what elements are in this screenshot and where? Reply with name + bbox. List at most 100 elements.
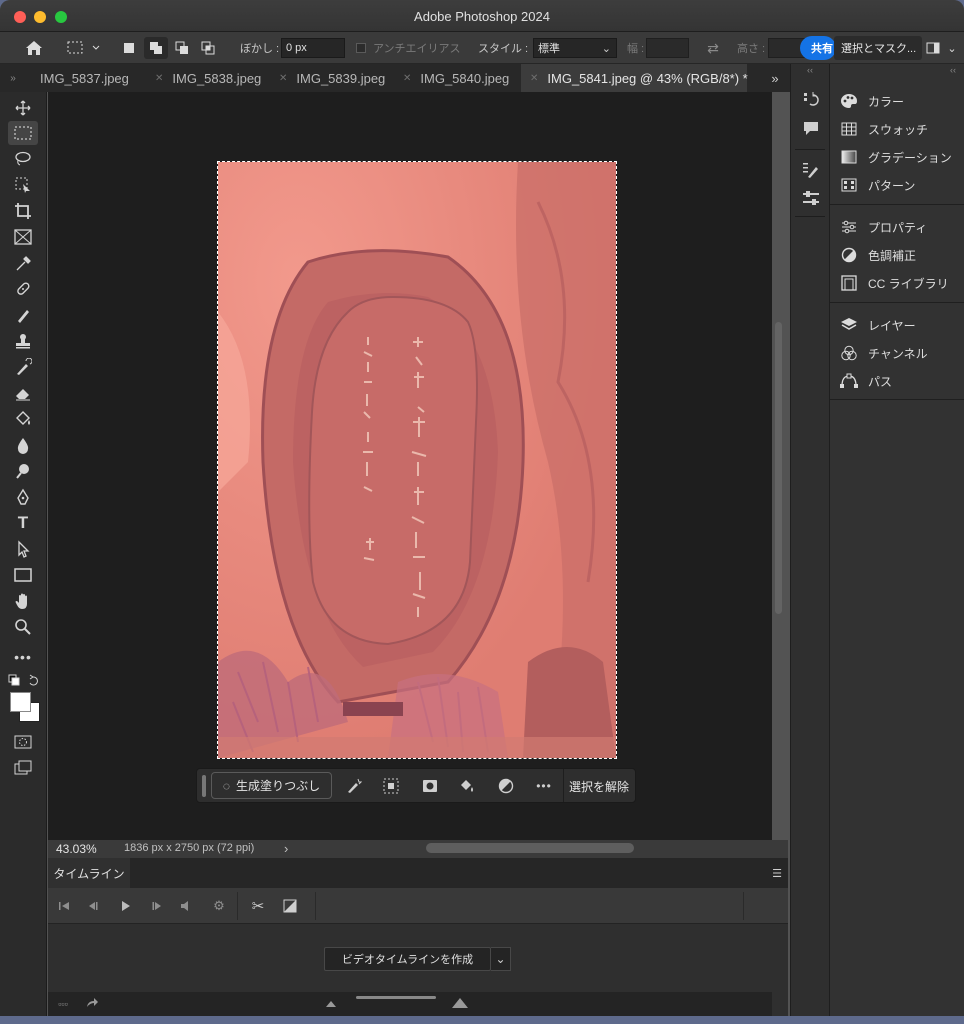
clone-stamp-tool-icon[interactable] xyxy=(8,329,38,353)
deselect-button[interactable]: 選択を解除 xyxy=(565,774,633,798)
eraser-tool-icon[interactable] xyxy=(8,381,38,405)
mask-icon[interactable] xyxy=(418,774,442,798)
marquee-preset-picker[interactable] xyxy=(62,38,104,58)
width-input[interactable] xyxy=(646,38,689,58)
first-frame-icon[interactable] xyxy=(56,898,72,914)
zoom-tool-icon[interactable] xyxy=(8,615,38,639)
vertical-scrollbar[interactable] xyxy=(775,322,782,614)
tab-timeline[interactable]: タイムライン xyxy=(48,858,130,888)
panel-properties[interactable]: プロパティ xyxy=(830,213,964,241)
tab-img-5837[interactable]: IMG_5837.jpeg xyxy=(40,64,155,92)
feather-input[interactable]: 0 px xyxy=(281,38,345,58)
crop-tool-icon[interactable] xyxy=(8,199,38,223)
create-video-timeline-button[interactable]: ビデオタイムラインを作成 xyxy=(324,947,491,971)
lasso-tool-icon[interactable] xyxy=(8,147,38,171)
chevron-down-icon[interactable]: ⌄ xyxy=(491,947,511,971)
drag-handle[interactable] xyxy=(202,775,206,797)
workspace-icon[interactable] xyxy=(925,40,941,56)
settings-gear-icon[interactable]: ⚙ xyxy=(211,898,227,914)
add-to-selection-icon[interactable] xyxy=(144,37,168,59)
path-selection-tool-icon[interactable] xyxy=(8,537,38,561)
default-colors-icon[interactable] xyxy=(6,672,42,688)
next-frame-icon[interactable] xyxy=(148,898,164,914)
rectangle-tool-icon[interactable] xyxy=(8,563,38,587)
swap-arrows-icon[interactable]: ⇄ xyxy=(704,38,722,58)
eyedropper-tool-icon[interactable] xyxy=(8,251,38,275)
brush-settings-icon[interactable] xyxy=(800,159,822,181)
panel-menu-icon[interactable]: ☰ xyxy=(770,866,784,880)
dodge-tool-icon[interactable] xyxy=(8,459,38,483)
more-tabs-icon[interactable]: » xyxy=(762,64,788,92)
panel-color[interactable]: カラー xyxy=(830,87,964,115)
collapse-toolbar-icon[interactable]: » xyxy=(0,64,26,92)
object-selection-tool-icon[interactable] xyxy=(8,173,38,197)
move-tool-icon[interactable] xyxy=(8,96,38,120)
new-selection-icon[interactable] xyxy=(120,40,138,56)
close-tab-icon[interactable]: ✕ xyxy=(155,73,163,84)
history-icon[interactable] xyxy=(800,89,822,111)
panel-patterns[interactable]: パターン xyxy=(830,171,964,199)
play-icon[interactable] xyxy=(118,898,134,914)
close-tab-icon[interactable]: ✕ xyxy=(279,73,287,84)
zoom-level[interactable]: 43.03% xyxy=(56,842,97,856)
adjustment-layer-icon[interactable] xyxy=(494,774,518,798)
tab-img-5840[interactable]: ✕ IMG_5840.jpeg xyxy=(403,64,521,92)
previous-frame-icon[interactable] xyxy=(86,898,102,914)
horizontal-scrollbar[interactable] xyxy=(426,843,634,853)
modify-selection-icon[interactable] xyxy=(342,774,366,798)
foreground-color-swatch[interactable] xyxy=(10,692,31,712)
panel-channels[interactable]: チャンネル xyxy=(830,339,964,367)
share-button[interactable]: 共有 xyxy=(800,36,836,60)
paint-bucket-tool-icon[interactable] xyxy=(8,407,38,431)
audio-icon[interactable] xyxy=(178,898,194,914)
more-options-icon[interactable]: ••• xyxy=(532,774,556,798)
tab-img-5839[interactable]: ✕ IMG_5839.jpeg xyxy=(279,64,403,92)
pen-tool-icon[interactable] xyxy=(8,485,38,509)
status-menu-arrow[interactable]: › xyxy=(284,841,288,856)
zoom-in-timeline-icon[interactable] xyxy=(451,996,469,1010)
scissors-icon[interactable]: ✂ xyxy=(248,897,268,915)
comments-icon[interactable] xyxy=(800,117,822,139)
brush-tool-icon[interactable] xyxy=(8,303,38,327)
history-brush-tool-icon[interactable] xyxy=(8,355,38,379)
panel-paths[interactable]: パス xyxy=(830,367,964,395)
subtract-selection-icon[interactable] xyxy=(173,40,191,56)
blur-tool-icon[interactable] xyxy=(8,433,38,457)
spot-healing-brush-icon[interactable] xyxy=(8,277,38,301)
tab-img-5838[interactable]: ✕ IMG_5838.jpeg xyxy=(155,64,280,92)
style-select[interactable]: 標準 ⌄ xyxy=(533,38,617,58)
zoom-out-timeline-icon[interactable] xyxy=(325,999,337,1009)
type-tool-icon[interactable]: T xyxy=(8,511,38,535)
panel-adjustments[interactable]: 色調補正 xyxy=(830,241,964,269)
panel-layers[interactable]: レイヤー xyxy=(830,311,964,339)
color-swatches[interactable] xyxy=(10,692,42,724)
document-image[interactable] xyxy=(217,161,617,759)
quick-mask-icon[interactable] xyxy=(8,730,38,754)
select-and-mask-button[interactable]: 選択とマスク... xyxy=(834,36,922,60)
rectangular-marquee-tool-icon[interactable] xyxy=(8,121,38,145)
antialias-checkbox[interactable] xyxy=(356,43,366,53)
chevron-down-icon[interactable]: ⌄ xyxy=(945,40,959,56)
tab-img-5841-active[interactable]: ✕ IMG_5841.jpeg @ 43% (RGB/8*) * xyxy=(521,64,748,92)
hand-tool-icon[interactable] xyxy=(8,589,38,613)
tool-presets-icon[interactable] xyxy=(800,187,822,209)
canvas-area[interactable] xyxy=(48,92,782,840)
frame-tool-icon[interactable] xyxy=(8,225,38,249)
close-tab-icon[interactable]: ✕ xyxy=(530,73,538,84)
render-video-icon[interactable] xyxy=(84,996,100,1010)
panel-cc-libraries[interactable]: CC ライブラリ xyxy=(830,269,964,297)
intersect-selection-icon[interactable] xyxy=(199,40,217,56)
screen-mode-icon[interactable] xyxy=(8,756,38,780)
close-tab-icon[interactable]: ✕ xyxy=(403,73,411,84)
timeline-zoom-slider[interactable] xyxy=(356,996,436,999)
fill-selection-icon[interactable] xyxy=(455,774,479,798)
home-icon[interactable] xyxy=(20,38,48,58)
panel-gradients[interactable]: グラデーション xyxy=(830,143,964,171)
panel-swatches[interactable]: スウォッチ xyxy=(830,115,964,143)
transition-icon[interactable] xyxy=(282,898,298,914)
invert-selection-icon[interactable] xyxy=(379,774,403,798)
more-tools-icon[interactable]: ••• xyxy=(8,645,38,669)
expand-panels-icon[interactable]: ‹‹ xyxy=(946,64,960,76)
collapse-panels-icon[interactable]: ‹‹ xyxy=(791,64,829,76)
generative-fill-button[interactable]: ◌ 生成塗りつぶし xyxy=(211,772,332,799)
